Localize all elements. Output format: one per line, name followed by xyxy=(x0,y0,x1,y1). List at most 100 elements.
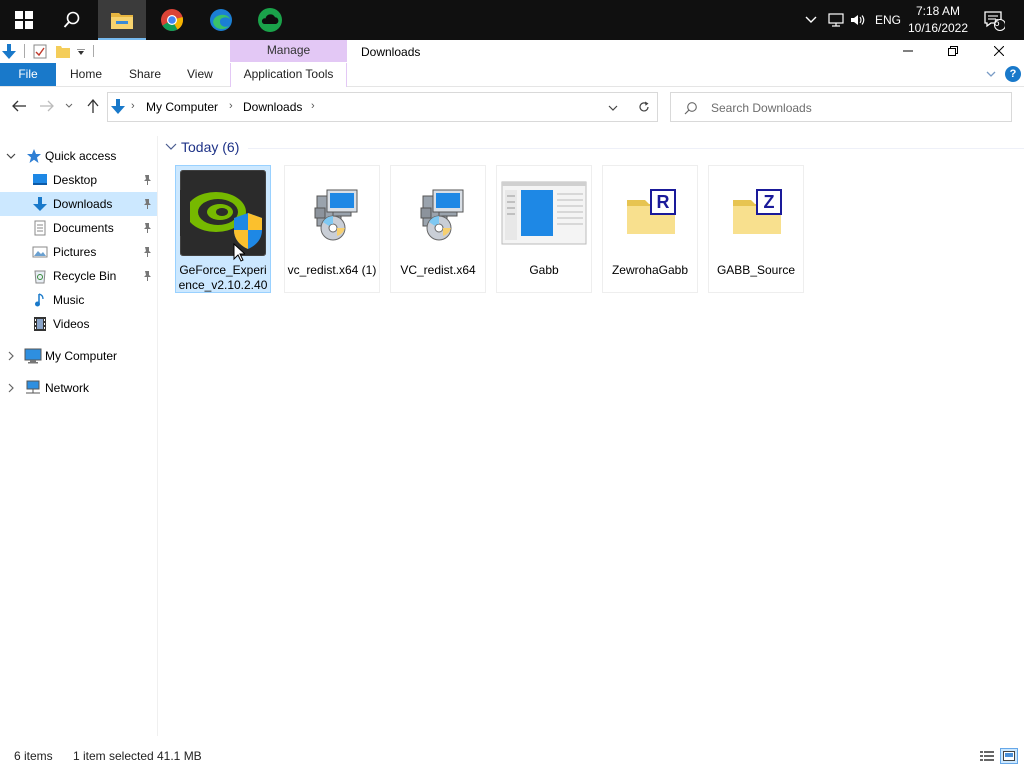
mouse-cursor-icon xyxy=(233,243,245,262)
properties-icon[interactable] xyxy=(33,44,47,59)
pin-icon[interactable] xyxy=(141,222,153,234)
navigation-bar: › My Computer › Downloads › Search Downl… xyxy=(0,88,1024,126)
status-selection: 1 item selected xyxy=(73,749,154,763)
nav-item-music[interactable]: Music xyxy=(0,288,157,312)
installer-package-icon xyxy=(420,189,464,241)
close-button[interactable] xyxy=(976,40,1022,62)
nav-my-computer[interactable]: My Computer xyxy=(0,344,157,368)
nav-item-pictures[interactable]: Pictures xyxy=(0,240,157,264)
nav-label: Downloads xyxy=(53,197,113,211)
clock[interactable]: 7:18 AM 10/16/2022 xyxy=(902,3,974,37)
forward-button[interactable] xyxy=(37,96,57,116)
star-icon xyxy=(27,149,41,163)
clock-date: 10/16/2022 xyxy=(907,21,969,35)
breadcrumb-separator-icon[interactable]: › xyxy=(311,100,315,112)
language-indicator[interactable]: ENG xyxy=(872,0,904,40)
file-item[interactable]: Z GABB_Source xyxy=(708,165,804,293)
svg-text:R: R xyxy=(657,192,670,212)
recent-locations-button[interactable] xyxy=(62,96,76,116)
computer-icon xyxy=(24,348,42,364)
start-button[interactable] xyxy=(0,0,48,40)
nav-quick-access[interactable]: Quick access xyxy=(0,144,157,168)
back-button[interactable] xyxy=(9,96,29,116)
large-icons-view-icon xyxy=(1003,751,1015,761)
notification-count: 6 xyxy=(994,18,1000,29)
nav-label: Videos xyxy=(53,317,90,331)
file-item[interactable]: R ZewrohaGabb xyxy=(602,165,698,293)
pane-divider[interactable] xyxy=(157,136,158,736)
details-view-button[interactable] xyxy=(978,748,996,764)
taskbar-edge[interactable] xyxy=(197,0,245,40)
forward-arrow-icon xyxy=(40,100,54,112)
collapsed-chevron-icon[interactable] xyxy=(6,351,16,361)
action-center-button[interactable]: 6 xyxy=(980,0,1008,40)
language-label: ENG xyxy=(874,13,901,27)
manage-context-tab[interactable]: Manage xyxy=(230,40,347,62)
navigation-pane: Quick access Desktop Downloads Documents… xyxy=(0,136,160,736)
window-title: Downloads xyxy=(361,45,421,59)
taskbar-search-button[interactable] xyxy=(48,0,96,40)
nav-item-desktop[interactable]: Desktop xyxy=(0,168,157,192)
network-icon xyxy=(26,380,40,394)
nav-item-recycle-bin[interactable]: Recycle Bin xyxy=(0,264,157,288)
collapsed-chevron-icon[interactable] xyxy=(6,383,16,393)
tab-share[interactable]: Share xyxy=(129,63,161,86)
restore-button[interactable] xyxy=(930,40,976,62)
group-collapse-chevron-icon[interactable] xyxy=(165,143,177,151)
search-input[interactable]: Search Downloads xyxy=(711,101,812,115)
tab-view[interactable]: View xyxy=(187,63,213,86)
pin-icon[interactable] xyxy=(141,198,153,210)
videos-icon xyxy=(34,317,46,331)
new-folder-icon[interactable] xyxy=(56,45,70,58)
recycle-bin-icon xyxy=(34,270,46,284)
minimize-button[interactable] xyxy=(885,40,931,62)
volume-tray-button[interactable] xyxy=(848,0,868,40)
tab-home[interactable]: Home xyxy=(70,63,102,86)
network-tray-button[interactable] xyxy=(826,0,846,40)
breadcrumb-my-computer[interactable]: My Computer xyxy=(146,100,218,114)
refresh-button[interactable] xyxy=(630,92,658,122)
search-box[interactable]: Search Downloads xyxy=(670,92,1012,122)
expand-ribbon-icon[interactable] xyxy=(985,68,997,80)
pin-icon[interactable] xyxy=(141,174,153,186)
zip-folder-z-icon: Z xyxy=(733,189,782,234)
up-button[interactable] xyxy=(83,96,103,116)
download-arrow-icon[interactable] xyxy=(2,44,16,60)
tab-application-tools[interactable]: Application Tools xyxy=(230,63,347,87)
address-bar[interactable]: › My Computer › Downloads › xyxy=(107,92,658,122)
nav-item-documents[interactable]: Documents xyxy=(0,216,157,240)
file-item[interactable]: Gabb xyxy=(496,165,592,293)
file-item[interactable]: VC_redist.x64 xyxy=(390,165,486,293)
pin-icon[interactable] xyxy=(141,246,153,258)
address-dropdown-icon[interactable] xyxy=(608,105,618,111)
qat-customize-icon[interactable] xyxy=(77,49,85,55)
breadcrumb-separator-icon[interactable]: › xyxy=(229,100,233,112)
tab-file[interactable]: File xyxy=(0,63,56,86)
documents-icon xyxy=(34,220,46,236)
nav-label: Pictures xyxy=(53,245,97,259)
installer-package-icon xyxy=(314,189,358,241)
desktop-icon xyxy=(33,174,47,185)
nav-item-downloads[interactable]: Downloads xyxy=(0,192,157,216)
nav-label-quick-access: Quick access xyxy=(45,149,117,163)
download-arrow-icon xyxy=(33,197,47,211)
taskbar-file-explorer[interactable] xyxy=(98,0,146,40)
file-item[interactable]: vc_redist.x64 (1) xyxy=(284,165,380,293)
tray-overflow-button[interactable] xyxy=(802,0,820,40)
folder-icon xyxy=(111,13,133,29)
taskbar-chrome[interactable] xyxy=(148,0,196,40)
large-icons-view-button[interactable] xyxy=(1000,748,1018,764)
help-button[interactable]: ? xyxy=(1005,66,1021,82)
breadcrumb-downloads[interactable]: Downloads xyxy=(243,100,302,114)
file-item[interactable]: GeForce_Experience_v2.10.2.40 xyxy=(175,165,271,293)
pin-icon[interactable] xyxy=(141,270,153,282)
nav-network[interactable]: Network xyxy=(0,376,157,400)
file-name: Gabb xyxy=(529,263,559,277)
breadcrumb-separator-icon[interactable]: › xyxy=(131,100,135,112)
nav-item-videos[interactable]: Videos xyxy=(0,312,157,336)
expanded-chevron-icon[interactable] xyxy=(6,151,16,161)
nvidia-installer-icon xyxy=(180,170,266,256)
minimize-icon xyxy=(903,50,913,52)
green-cloud-icon xyxy=(258,8,282,32)
taskbar-cloud-app[interactable] xyxy=(246,0,294,40)
